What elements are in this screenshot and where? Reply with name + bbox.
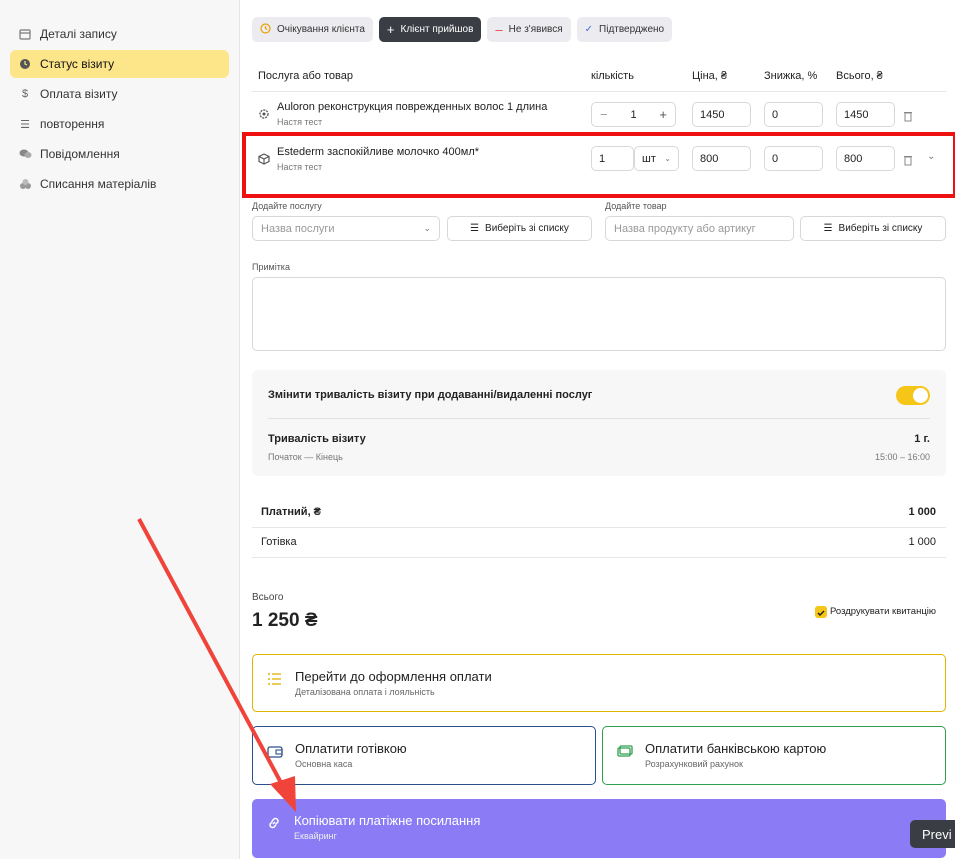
plus-icon: + (386, 22, 395, 37)
row-title: Auloron реконструкция поврежденных волос… (277, 101, 548, 113)
add-product-label: Додайте товар (605, 201, 667, 211)
status-waiting-button[interactable]: Очікування клієнта (252, 17, 373, 42)
chevron-down-icon: ⌄ (423, 223, 431, 233)
print-receipt-checkbox[interactable] (815, 606, 827, 618)
pay-card-button[interactable]: Оплатити банківською картою Розрахункови… (602, 726, 946, 785)
product-search-input[interactable]: Назва продукту або артикуг (605, 216, 794, 241)
copy-payment-link-button[interactable]: Копіювати платіжне посилання Еквайринг (252, 799, 946, 858)
status-noshow-button[interactable]: – Не з'явився (487, 17, 571, 42)
sidebar-item-status[interactable]: Статус візиту (10, 50, 229, 78)
sidebar-item-messages[interactable]: Повідомлення (10, 140, 229, 168)
sidebar-item-materials[interactable]: Списання матеріалів (10, 170, 229, 198)
sidebar-item-payment[interactable]: $ Оплата візиту (10, 80, 229, 108)
highlight-box (242, 132, 955, 198)
checkout-button[interactable]: Перейти до оформлення оплати Деталізован… (252, 654, 946, 712)
sidebar-item-repeat[interactable]: ☰ повторення (10, 110, 229, 138)
increment-button[interactable]: + (659, 107, 667, 122)
minus-icon: – (495, 22, 503, 37)
wallet-icon (267, 743, 283, 759)
note-textarea[interactable] (252, 277, 946, 351)
main-content: Очікування клієнта + Клієнт прийшов – Не… (240, 0, 955, 859)
card-icon (617, 743, 633, 759)
duration-title: Тривалість візиту (268, 433, 366, 445)
items-table-header: Послуга або товар кількість Ціна, ₴ Зниж… (252, 62, 946, 92)
clock-icon (260, 22, 271, 37)
calendar-icon (18, 27, 32, 41)
duration-toggle-label: Змінити тривалість візиту при додаванні/… (268, 389, 593, 401)
chat-icon (18, 147, 32, 161)
duration-range: 15:00 – 16:00 (874, 452, 930, 462)
gear-icon (258, 107, 270, 119)
sidebar-item-label: Повідомлення (40, 147, 120, 161)
duration-panel: Змінити тривалість візиту при додаванні/… (252, 370, 946, 476)
header-discount: Знижка, % (764, 70, 818, 82)
service-list-button[interactable]: ☰ Виберіть зі списку (447, 216, 592, 241)
duration-range-label: Початок — Кінець (268, 452, 343, 462)
dollar-icon: $ (21, 88, 29, 100)
total-value: 1 250 ₴ (252, 610, 318, 631)
row-staff: Настя тест (277, 117, 323, 127)
discount-input[interactable]: 0 (764, 102, 823, 127)
sidebar: Деталі запису Статус візиту $ Оплата віз… (0, 0, 240, 859)
sidebar-item-details[interactable]: Деталі запису (10, 20, 229, 48)
divider (268, 418, 930, 419)
service-search-select[interactable]: Назва послуги ⌄ (252, 216, 440, 241)
preview-button[interactable]: Previ (910, 820, 955, 848)
total-label: Всього (252, 592, 284, 603)
header-qty: кількість (591, 70, 634, 82)
list-icon (267, 671, 283, 687)
link-icon (266, 815, 282, 831)
quantity-stepper[interactable]: − 1 + (591, 102, 676, 127)
coins-icon (18, 177, 32, 191)
total-input[interactable]: 1450 (836, 102, 895, 127)
add-service-label: Додайте послугу (252, 201, 322, 211)
list-icon: ☰ (823, 223, 833, 234)
duration-toggle[interactable] (896, 386, 930, 405)
list-icon: ☰ (20, 118, 30, 131)
check-icon: ✓ (584, 24, 594, 35)
trash-icon[interactable] (903, 109, 913, 122)
print-receipt-label: Роздрукувати квитанцію (830, 606, 936, 617)
note-label: Примітка (252, 262, 290, 272)
status-bar: Очікування клієнта + Клієнт прийшов – Не… (252, 17, 673, 42)
status-arrived-button[interactable]: + Клієнт прийшов (378, 17, 482, 42)
list-icon: ☰ (470, 223, 480, 234)
header-total: Всього, ₴ (836, 70, 883, 82)
status-icon (18, 57, 32, 71)
duration-value: 1 г. (914, 433, 930, 445)
payment-row: Готівка 1 000 (252, 528, 946, 558)
decrement-button[interactable]: − (600, 107, 608, 122)
sidebar-item-label: Оплата візиту (40, 87, 118, 101)
header-price: Ціна, ₴ (692, 70, 728, 82)
table-row: Auloron реконструкция поврежденных волос… (252, 93, 946, 137)
product-list-button[interactable]: ☰ Виберіть зі списку (800, 216, 946, 241)
header-item: Послуга або товар (258, 70, 353, 82)
sidebar-item-label: повторення (40, 117, 105, 131)
pay-cash-button[interactable]: Оплатити готівкою Основна каса (252, 726, 596, 785)
sidebar-item-label: Статус візиту (40, 57, 115, 71)
payment-row: Платний, ₴ 1 000 (252, 498, 946, 528)
status-confirmed-button[interactable]: ✓ Підтверджено (576, 17, 673, 42)
price-input[interactable]: 1450 (692, 102, 751, 127)
sidebar-item-label: Списання матеріалів (40, 177, 157, 191)
sidebar-item-label: Деталі запису (40, 27, 117, 41)
